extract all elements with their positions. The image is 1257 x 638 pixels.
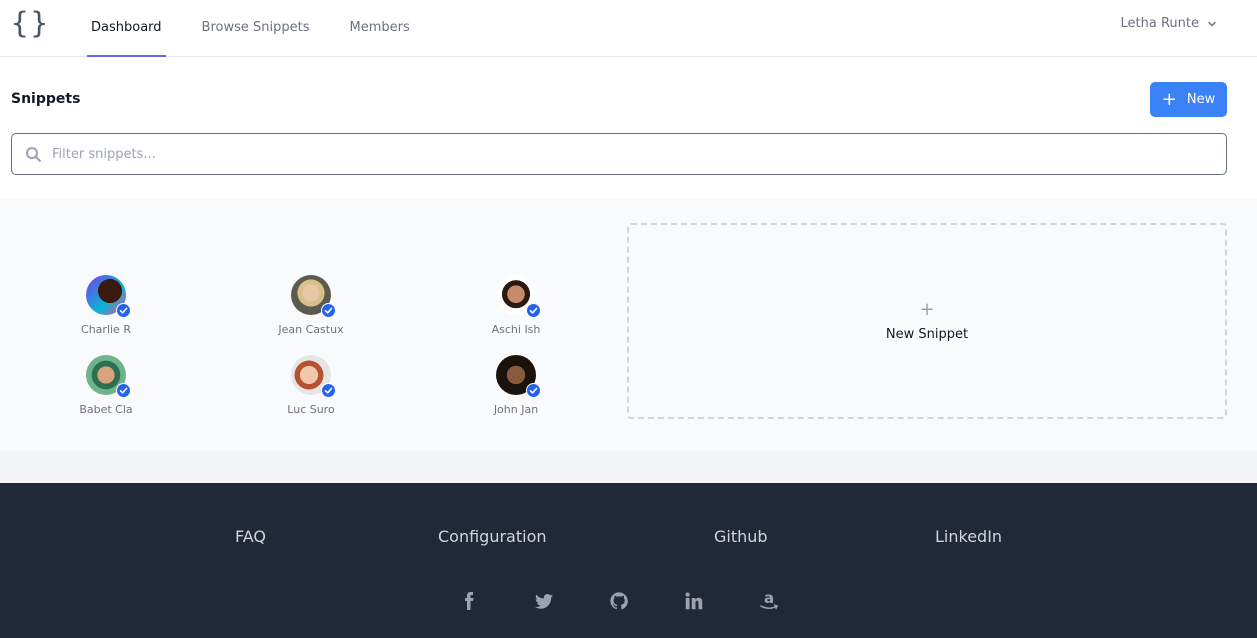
facebook-icon[interactable] (458, 590, 480, 612)
user-name: Luc Suro (287, 403, 335, 416)
new-button-label: New (1186, 92, 1216, 107)
logo[interactable]: {} (11, 6, 49, 40)
verified-badge-icon (116, 303, 131, 318)
avatar (291, 355, 336, 398)
verified-badge-icon (116, 383, 131, 398)
user-card[interactable]: John Jan (456, 355, 576, 416)
footer-link-linkedin[interactable]: LinkedIn (935, 527, 1002, 546)
user-card[interactable]: Charlie R (46, 275, 166, 336)
popular-users-section: Popular Users Charlie R Jean Castux Asch… (0, 199, 1257, 451)
github-icon[interactable] (608, 590, 630, 612)
user-card[interactable]: Aschi Ish (456, 275, 576, 336)
new-snippet-card[interactable]: + New Snippet (627, 223, 1227, 419)
linkedin-icon[interactable] (683, 590, 705, 612)
user-card[interactable]: Luc Suro (251, 355, 371, 416)
search-icon (26, 146, 41, 162)
footer-link-faq[interactable]: FAQ (235, 527, 266, 546)
verified-badge-icon (321, 383, 336, 398)
new-snippet-label: New Snippet (885, 326, 969, 342)
avatar (496, 275, 541, 318)
user-name: Aschi Ish (491, 323, 541, 336)
popular-users-title: Popular Users (11, 227, 145, 247)
user-card[interactable]: Babet Cla (46, 355, 166, 416)
user-name: Charlie R (81, 323, 131, 336)
amazon-icon[interactable]: a (758, 590, 780, 612)
twitter-icon[interactable] (533, 590, 555, 612)
search-input[interactable] (52, 146, 1152, 162)
verified-badge-icon (321, 303, 336, 318)
nav-members[interactable]: Members (345, 0, 413, 57)
user-card[interactable]: Jean Castux (251, 275, 371, 336)
verified-badge-icon (526, 383, 541, 398)
main-nav: Dashboard Browse Snippets Members (87, 0, 446, 57)
top-navbar: {} Dashboard Browse Snippets Members Let… (0, 0, 1257, 57)
user-name: Jean Castux (278, 323, 344, 336)
page-title: Snippets (11, 91, 81, 107)
nav-dashboard[interactable]: Dashboard (87, 0, 166, 57)
nav-browse-snippets[interactable]: Browse Snippets (198, 0, 314, 57)
snippets-header: Snippets (0, 57, 1257, 133)
avatar (496, 355, 541, 398)
new-snippet-button[interactable]: + New (1150, 82, 1227, 117)
footer-link-configuration[interactable]: Configuration (438, 527, 547, 546)
chevron-down-icon (1208, 21, 1216, 26)
footer-link-github[interactable]: Github (714, 527, 768, 546)
search-box (11, 133, 1227, 175)
user-menu[interactable]: Letha Runte (1121, 16, 1217, 31)
user-name: Letha Runte (1120, 16, 1199, 31)
plus-icon: + (1161, 88, 1177, 110)
user-name: John Jan (493, 403, 539, 416)
section-divider (0, 451, 1257, 483)
plus-icon: + (919, 298, 935, 320)
verified-badge-icon (526, 303, 541, 318)
avatar (86, 355, 131, 398)
svg-text:a: a (764, 590, 774, 607)
avatar (291, 275, 336, 318)
user-name: Babet Cla (79, 403, 133, 416)
footer: FAQ Configuration Github LinkedIn a (0, 483, 1257, 638)
avatar (86, 275, 131, 318)
